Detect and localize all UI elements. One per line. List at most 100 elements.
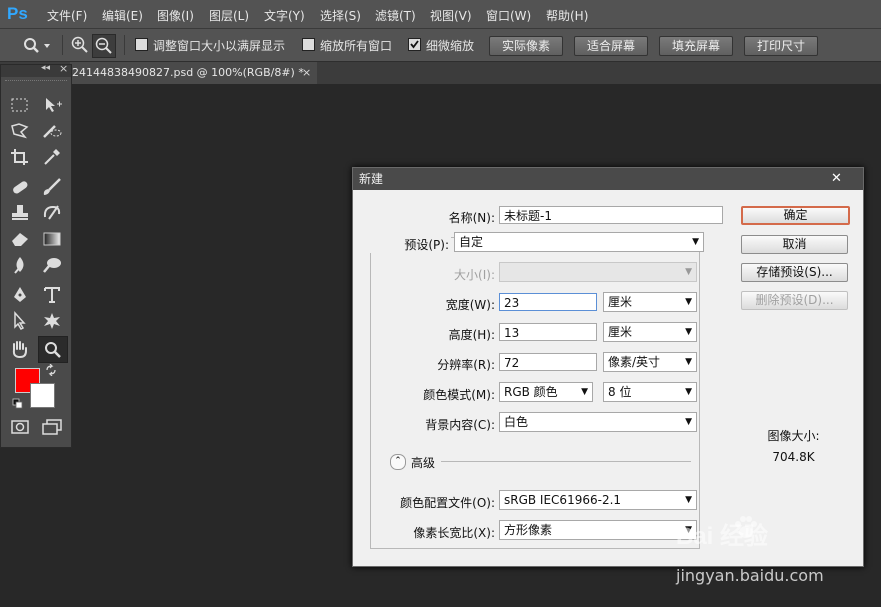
eyedropper-tool-icon[interactable] — [41, 147, 63, 167]
color-mode-select[interactable]: RGB 颜色 ▼ — [499, 382, 593, 402]
zoom-out-icon — [95, 37, 112, 54]
custom-shape-tool-icon[interactable] — [41, 311, 63, 331]
default-colors-icon[interactable] — [12, 398, 24, 410]
background-contents-label: 背景内容(C): — [425, 418, 495, 432]
blur-tool-icon[interactable] — [9, 255, 31, 275]
color-profile-value: sRGB IEC61966-2.1 — [504, 493, 622, 507]
height-input[interactable]: 13 — [499, 323, 597, 341]
advanced-toggle-icon[interactable]: ⌃ — [390, 454, 406, 470]
menu-help[interactable]: 帮助(H) — [546, 7, 588, 24]
name-label: 名称(N): — [448, 211, 495, 225]
zoom-in-icon[interactable] — [70, 35, 90, 55]
path-selection-tool-icon[interactable] — [9, 311, 31, 331]
chevron-down-icon: ▼ — [581, 387, 588, 397]
resolution-input[interactable]: 72 — [499, 353, 597, 371]
type-tool-icon[interactable] — [41, 285, 63, 305]
grip — [5, 80, 67, 83]
checkmark-icon — [410, 40, 419, 49]
width-unit-select[interactable]: 厘米 ▼ — [603, 292, 697, 312]
menu-window[interactable]: 窗口(W) — [486, 7, 531, 24]
resolution-label: 分辨率(R): — [437, 358, 495, 372]
zoom-tool-button[interactable] — [38, 336, 68, 363]
menu-view[interactable]: 视图(V) — [430, 7, 472, 24]
menu-type[interactable]: 文字(Y) — [264, 7, 305, 24]
height-unit-value: 厘米 — [608, 325, 633, 339]
preset-select[interactable]: 自定 ▼ — [454, 232, 704, 252]
zoom-all-windows-checkbox[interactable] — [302, 38, 315, 51]
scrubby-zoom-label: 细微缩放 — [426, 39, 475, 53]
dialog-title: 新建 — [359, 172, 384, 186]
name-input[interactable]: 未标题-1 — [499, 206, 723, 224]
chevron-down-icon: ▼ — [685, 297, 692, 307]
menu-edit[interactable]: 编辑(E) — [102, 7, 143, 24]
healing-brush-tool-icon[interactable] — [9, 177, 31, 197]
close-panel-icon[interactable]: × — [59, 62, 68, 75]
scrubby-zoom-checkbox[interactable] — [408, 38, 421, 51]
menu-file[interactable]: 文件(F) — [47, 7, 87, 24]
height-unit-select[interactable]: 厘米 ▼ — [603, 322, 697, 342]
ok-button[interactable]: 确定 — [741, 206, 850, 225]
dialog-title-bar[interactable]: 新建 ✕ — [353, 168, 863, 190]
color-mode-value: RGB 颜色 — [504, 385, 558, 399]
clone-stamp-tool-icon[interactable] — [9, 203, 31, 223]
document-tab[interactable]: 24144838490827.psd @ 100%(RGB/8#) * × — [70, 62, 317, 84]
color-profile-select[interactable]: sRGB IEC61966-2.1 ▼ — [499, 490, 697, 510]
background-color-swatch[interactable] — [30, 383, 55, 408]
resolution-unit-select[interactable]: 像素/英寸 ▼ — [603, 352, 697, 372]
document-tab-title: 24144838490827.psd @ 100%(RGB/8#) * — [72, 66, 304, 79]
swap-colors-icon[interactable] — [45, 364, 57, 376]
size-label: 大小(I): — [454, 268, 495, 282]
menu-select[interactable]: 选择(S) — [320, 7, 361, 24]
menu-image[interactable]: 图像(I) — [157, 7, 194, 24]
bit-depth-value: 8 位 — [608, 385, 632, 399]
chevron-down-icon: ▼ — [685, 357, 692, 367]
document-tab-close-icon[interactable]: × — [302, 62, 311, 84]
width-input[interactable]: 23 — [499, 293, 597, 311]
image-size-value: 704.8K — [772, 450, 815, 464]
bit-depth-select[interactable]: 8 位 ▼ — [603, 382, 697, 402]
pixel-aspect-select[interactable]: 方形像素 ▼ — [499, 520, 697, 540]
gradient-tool-icon[interactable] — [41, 229, 63, 249]
print-size-button[interactable]: 打印尺寸 — [744, 36, 818, 56]
hand-tool-icon[interactable] — [9, 339, 31, 359]
quick-mask-icon[interactable] — [9, 417, 31, 437]
menu-layer[interactable]: 图层(L) — [209, 7, 249, 24]
dodge-tool-icon[interactable] — [41, 255, 63, 275]
preset-value: 自定 — [459, 235, 484, 249]
collapse-panel-icon[interactable]: ◂◂ — [41, 63, 50, 73]
save-preset-button[interactable]: 存储预设(S)... — [741, 263, 848, 282]
zoom-all-windows-label: 缩放所有窗口 — [320, 39, 393, 53]
resize-windows-checkbox[interactable] — [135, 38, 148, 51]
chevron-down-icon: ▼ — [685, 267, 692, 277]
color-profile-label: 颜色配置文件(O): — [400, 496, 495, 510]
color-mode-label: 颜色模式(M): — [423, 388, 495, 402]
crop-tool-icon[interactable] — [9, 147, 31, 167]
separator — [124, 35, 125, 55]
background-contents-select[interactable]: 白色 ▼ — [499, 412, 697, 432]
advanced-label: 高级 — [411, 456, 436, 470]
quick-selection-tool-icon[interactable] — [41, 121, 63, 141]
eraser-tool-icon[interactable] — [9, 229, 31, 249]
dialog-close-icon[interactable]: ✕ — [831, 168, 842, 190]
lasso-tool-icon[interactable] — [9, 121, 31, 141]
chevron-down-icon: ▼ — [685, 327, 692, 337]
options-bar: 调整窗口大小以满屏显示 缩放所有窗口 细微缩放 实际像素 适合屏幕 填充屏幕 打… — [0, 29, 881, 62]
marquee-tool-icon[interactable] — [9, 95, 31, 115]
brush-tool-icon[interactable] — [41, 177, 63, 197]
tools-panel: ◂◂ × — [0, 62, 72, 448]
zoom-tool-preset-icon[interactable] — [22, 36, 50, 54]
separator — [62, 35, 63, 55]
pen-tool-icon[interactable] — [9, 285, 31, 305]
chevron-down-icon: ▼ — [685, 495, 692, 505]
move-tool-icon[interactable] — [41, 95, 63, 115]
screen-mode-icon[interactable] — [41, 417, 63, 437]
width-label: 宽度(W): — [445, 298, 495, 312]
actual-pixels-button[interactable]: 实际像素 — [489, 36, 563, 56]
pixel-aspect-value: 方形像素 — [504, 523, 553, 537]
cancel-button[interactable]: 取消 — [741, 235, 848, 254]
zoom-out-button[interactable] — [92, 34, 116, 58]
fit-screen-button[interactable]: 适合屏幕 — [574, 36, 648, 56]
history-brush-tool-icon[interactable] — [41, 203, 63, 223]
fill-screen-button[interactable]: 填充屏幕 — [659, 36, 733, 56]
menu-filter[interactable]: 滤镜(T) — [375, 7, 416, 24]
